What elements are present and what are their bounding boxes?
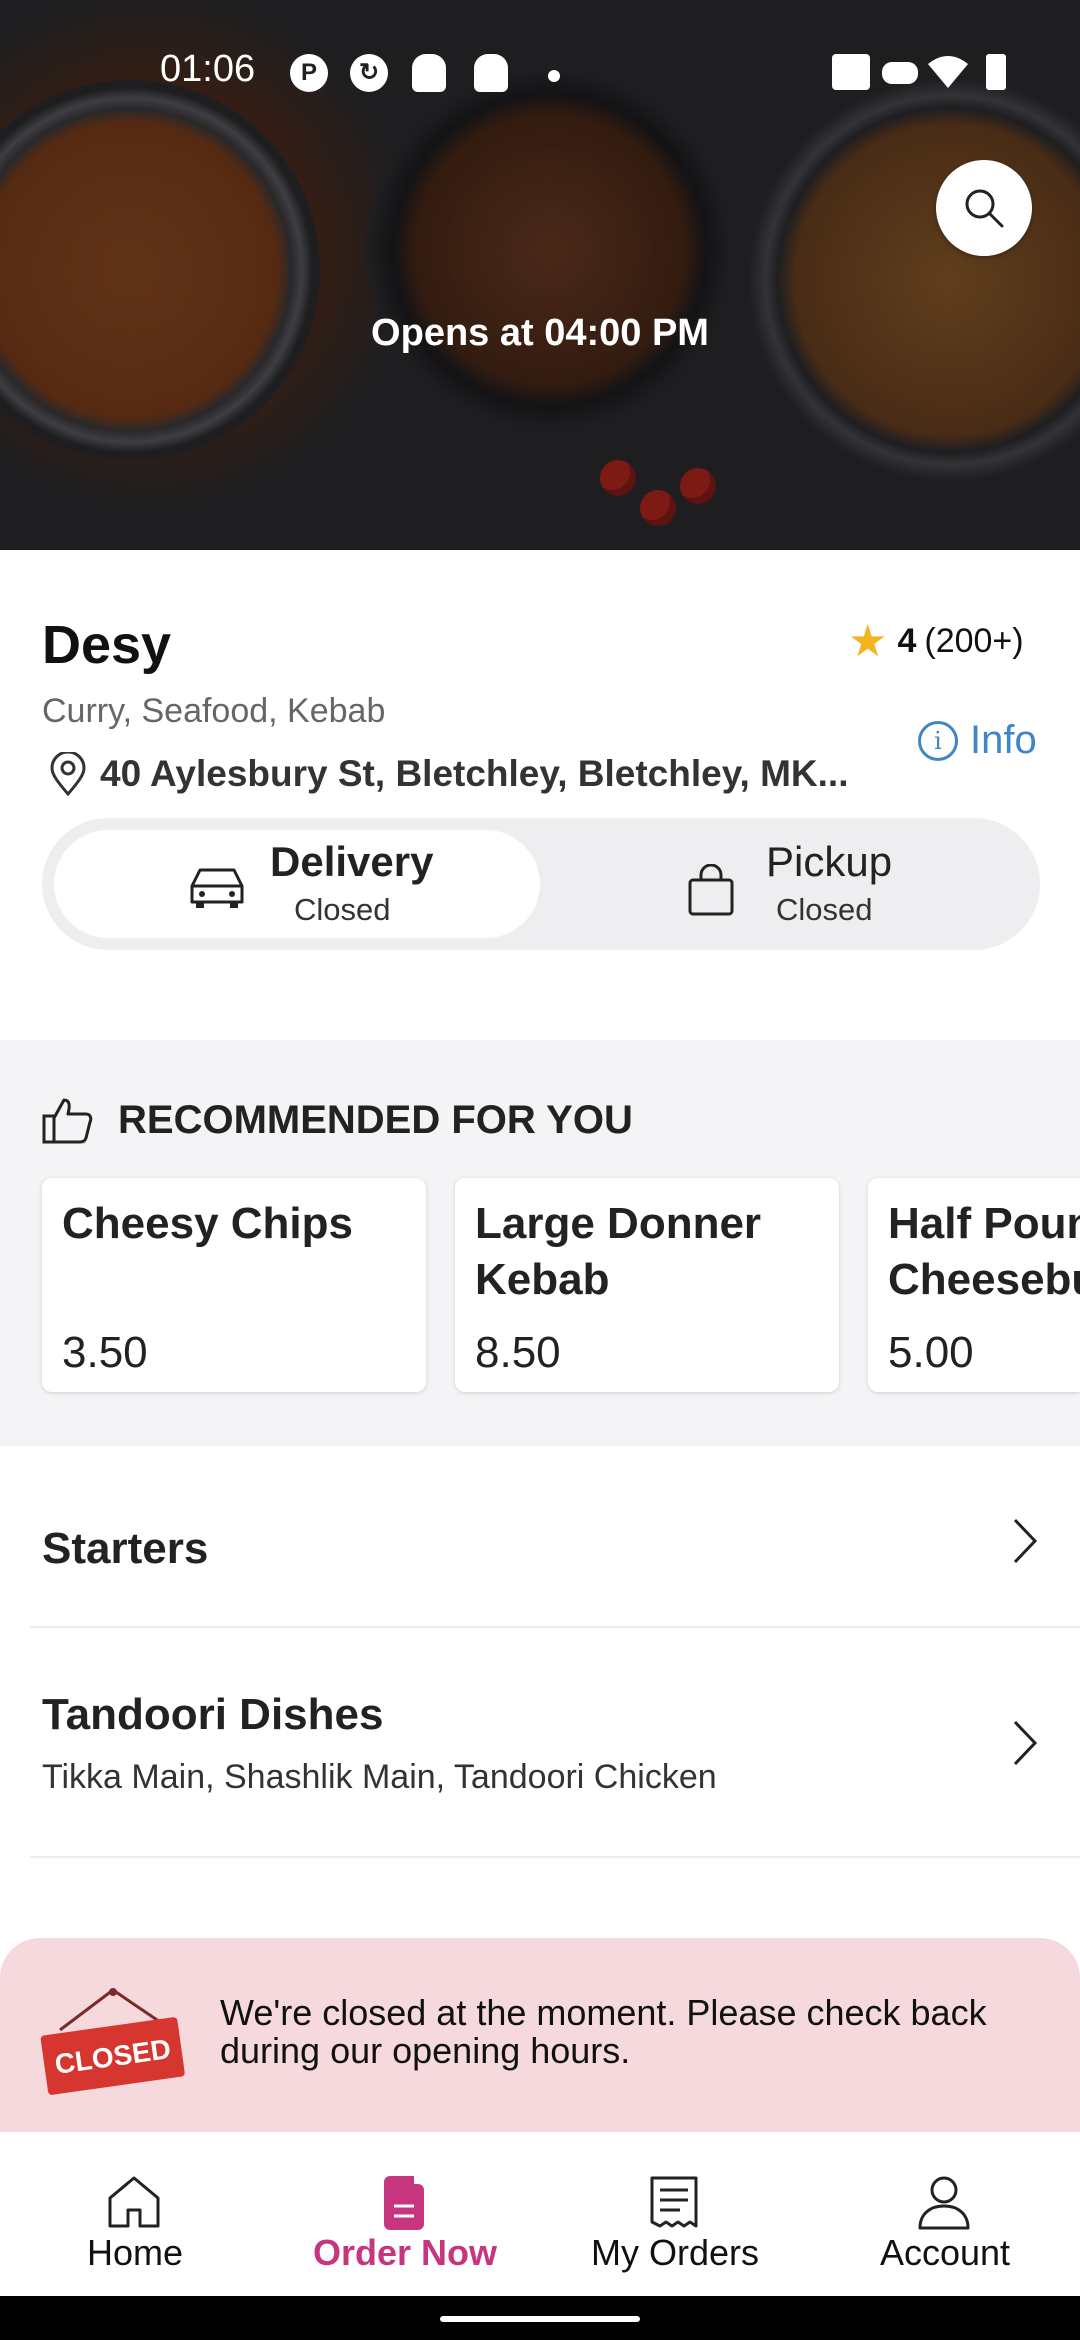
nav-order-now[interactable]: Order Now xyxy=(270,2132,540,2296)
category-row-tandoori[interactable]: Tandoori Dishes Tikka Main, Shashlik Mai… xyxy=(30,1628,1080,1858)
android-icon xyxy=(474,54,508,92)
order-icon xyxy=(384,2176,424,2230)
cuisine-list: Curry, Seafood, Kebab xyxy=(42,692,386,730)
nav-label: Home xyxy=(86,2232,184,2273)
pickup-option[interactable]: Pickup Closed xyxy=(546,830,1032,938)
system-navigation-bar xyxy=(0,2296,1080,2340)
recommended-section: RECOMMENDED FOR YOU Cheesy Chips 3.50 La… xyxy=(0,1040,1080,1446)
rating-count: (200+) xyxy=(924,621,1024,660)
category-title: Tandoori Dishes xyxy=(42,1690,384,1739)
more-notifications-icon xyxy=(548,70,560,82)
home-icon xyxy=(108,2176,160,2228)
wifi-icon xyxy=(928,56,968,88)
chevron-right-icon xyxy=(1013,1720,1038,1766)
person-icon xyxy=(918,2176,970,2230)
delivery-status: Closed xyxy=(294,892,391,927)
category-subtitle: Tikka Main, Shashlik Main, Tandoori Chic… xyxy=(42,1758,717,1796)
nav-account[interactable]: Account xyxy=(810,2132,1080,2296)
item-name: Large Donner Kebab xyxy=(475,1199,762,1304)
pickup-status: Closed xyxy=(776,892,873,927)
status-time: 01:06 xyxy=(160,48,256,90)
receipt-icon xyxy=(650,2176,698,2228)
battery-icon xyxy=(986,54,1006,90)
recommended-title: RECOMMENDED FOR YOU xyxy=(118,1097,633,1142)
closed-banner: CLOSED We're closed at the moment. Pleas… xyxy=(0,1938,1080,2138)
search-button[interactable] xyxy=(936,160,1032,256)
status-bar: 01:06 P ↻ xyxy=(0,40,1080,110)
item-price: 5.00 xyxy=(888,1328,974,1377)
location-pin-icon xyxy=(50,752,86,796)
closed-sign-icon: CLOSED xyxy=(40,1988,185,2095)
nav-label: Order Now xyxy=(312,2232,498,2273)
home-gesture-handle[interactable] xyxy=(440,2316,640,2322)
opening-time-text: Opens at 04:00 PM xyxy=(371,312,709,354)
recommended-item-card[interactable]: Half Pound Cheeseburger 5.00 xyxy=(868,1178,1080,1392)
recommended-item-card[interactable]: Large Donner Kebab 8.50 xyxy=(455,1178,839,1392)
category-row-starters[interactable]: Starters xyxy=(30,1446,1080,1628)
cast-icon xyxy=(832,54,870,90)
item-price: 3.50 xyxy=(62,1328,148,1377)
rating-value: 4 xyxy=(897,621,917,660)
category-title: Starters xyxy=(42,1524,209,1573)
bottom-navigation: Home Order Now My Orders Account xyxy=(0,2132,1080,2296)
closed-message: We're closed at the moment. Please check… xyxy=(220,1992,987,2071)
vpn-key-icon xyxy=(882,62,918,84)
delivery-label: Delivery xyxy=(270,838,434,885)
app-notification-icon: ↻ xyxy=(350,54,388,92)
chevron-right-icon xyxy=(1013,1518,1038,1564)
star-icon: ★ xyxy=(848,616,888,666)
info-label: Info xyxy=(970,718,1037,762)
app-notification-icon: P xyxy=(290,54,328,92)
item-name: Cheesy Chips xyxy=(62,1199,353,1248)
recommended-header: RECOMMENDED FOR YOU xyxy=(42,1096,633,1144)
nav-my-orders[interactable]: My Orders xyxy=(540,2132,810,2296)
order-mode-toggle: Delivery Closed Pickup Closed xyxy=(42,818,1040,950)
shopping-bag-icon xyxy=(688,864,734,916)
address-text: 40 Aylesbury St, Bletchley, Bletchley, M… xyxy=(100,753,849,794)
hero-banner: 01:06 P ↻ Opens at 04:00 PM xyxy=(0,0,1080,550)
info-icon: i xyxy=(918,720,958,761)
info-button[interactable]: i Info xyxy=(918,718,1037,763)
restaurant-address[interactable]: 40 Aylesbury St, Bletchley, Bletchley, M… xyxy=(48,752,848,796)
search-icon xyxy=(965,189,1004,228)
android-icon xyxy=(412,54,446,92)
nav-label: My Orders xyxy=(590,2232,759,2273)
restaurant-name: Desy xyxy=(42,615,172,675)
item-price: 8.50 xyxy=(475,1328,561,1377)
pickup-label: Pickup xyxy=(766,838,893,885)
car-icon xyxy=(190,868,244,908)
thumbs-up-icon xyxy=(42,1098,93,1144)
delivery-option[interactable]: Delivery Closed xyxy=(54,830,540,938)
rating: ★ 4 (200+) xyxy=(848,616,1024,666)
nav-label: Account xyxy=(879,2232,1011,2273)
item-name: Half Pound Cheeseburger xyxy=(888,1199,1080,1304)
recommended-item-card[interactable]: Cheesy Chips 3.50 xyxy=(42,1178,426,1392)
nav-home[interactable]: Home xyxy=(0,2132,270,2296)
